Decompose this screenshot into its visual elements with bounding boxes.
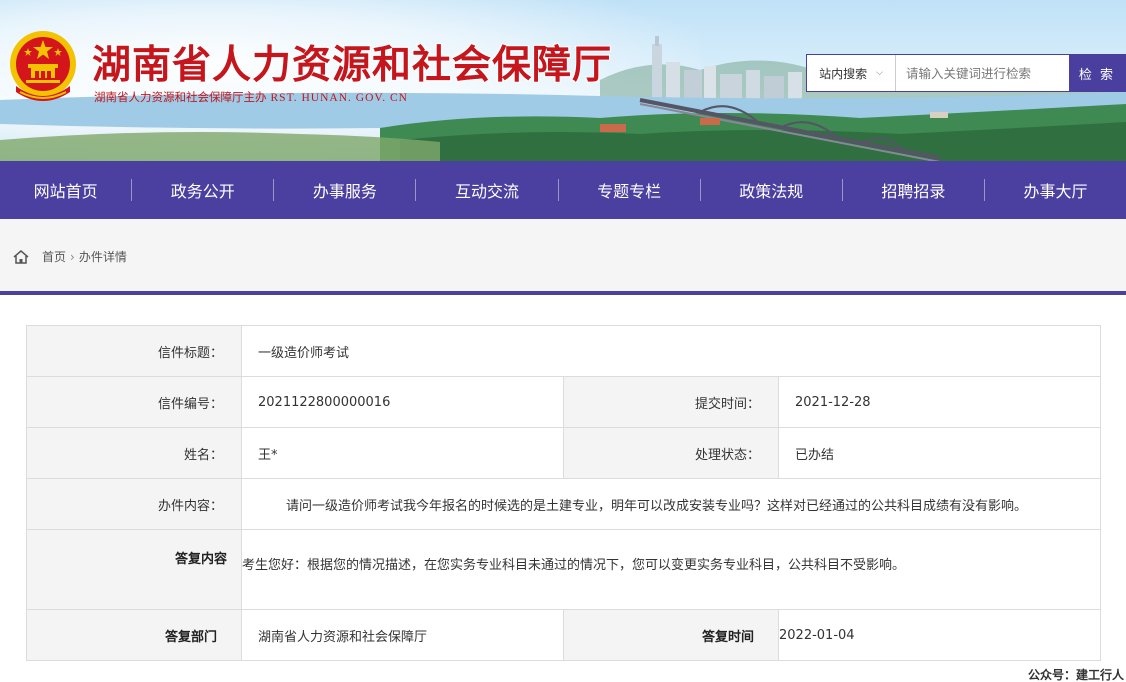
breadcrumb-home-link[interactable]: 首页 xyxy=(42,248,66,265)
status-value: 已办结 xyxy=(777,427,1102,479)
reply-content-cell: 考生您好：根据您的情况描述，在您实务专业科目未通过的情况下，您可以变更实务专业科… xyxy=(240,529,1102,610)
submit-time-value: 2021-12-28 xyxy=(777,376,1102,428)
submit-time-label: 提交时间： xyxy=(563,376,779,428)
nav-item-topics[interactable]: 专题专栏 xyxy=(559,161,700,219)
nav-item-interaction[interactable]: 互动交流 xyxy=(416,161,557,219)
reply-dept-value: 湖南省人力资源和社会保障厅 xyxy=(241,609,564,661)
content-label: 办件内容： xyxy=(26,478,242,530)
search-scope-label: 站内搜索 xyxy=(819,66,868,81)
search-input[interactable] xyxy=(896,55,1069,91)
breadcrumb-divider xyxy=(0,291,1126,295)
nav-item-home[interactable]: 网站首页 xyxy=(0,161,131,219)
site-title: 湖南省人力资源和社会保障厅 xyxy=(92,43,613,88)
reply-dept-label: 答复部门 xyxy=(26,609,242,661)
watermark-text: 公众号：建工行人 xyxy=(1027,668,1124,682)
table-row: 答复部门 湖南省人力资源和社会保障厅 答复时间 2022-01-04 xyxy=(26,609,1102,661)
content-value: 请问一级造价师考试我今年报名的时候选的是土建专业，明年可以改成安装专业吗？这样对… xyxy=(240,478,1102,530)
status-label: 处理状态： xyxy=(563,427,779,479)
name-label: 姓名： xyxy=(26,427,242,479)
breadcrumb: 首页 › 办件详情 xyxy=(12,248,127,265)
host-organization: 湖南省人力资源和社会保障厅主办 xyxy=(94,90,267,104)
site-header: 湖南省人力资源和社会保障厅 湖南省人力资源和社会保障厅主办 RST. HUNAN.… xyxy=(0,0,1126,161)
letter-title-value: 一级造价师考试 xyxy=(240,325,1102,377)
chevron-right-icon: › xyxy=(70,249,75,264)
site-domain: RST. HUNAN. GOV. CN xyxy=(270,92,408,104)
table-row: 答复内容 考生您好：根据您的情况描述，在您实务专业科目未通过的情况下，您可以变更… xyxy=(26,529,1102,610)
reply-content-label: 答复内容 xyxy=(26,529,242,610)
letter-detail-table: 信件标题： 一级造价师考试 信件编号： 2021122800000016 提交时… xyxy=(26,325,1102,661)
search-box: 站内搜索 ⌵ 检 索 xyxy=(806,54,1126,92)
reply-time-value: 2022-01-04 xyxy=(777,609,1102,661)
nav-item-policies[interactable]: 政策法规 xyxy=(701,161,842,219)
table-row: 办件内容： 请问一级造价师考试我今年报名的时候选的是土建专业，明年可以改成安装专… xyxy=(26,478,1102,530)
reply-time-label: 答复时间 xyxy=(563,609,779,661)
search-button[interactable]: 检 索 xyxy=(1069,55,1125,91)
nav-item-service-hall[interactable]: 办事大厅 xyxy=(985,161,1126,219)
breadcrumb-bar: 首页 › 办件详情 xyxy=(0,219,1126,295)
chevron-down-icon: ⌵ xyxy=(876,68,883,78)
letter-number-value: 2021122800000016 xyxy=(241,376,564,428)
letter-title-label: 信件标题： xyxy=(26,325,242,377)
national-emblem-icon xyxy=(10,31,76,101)
reply-content-value: 考生您好：根据您的情况描述，在您实务专业科目未通过的情况下，您可以变更实务专业科… xyxy=(242,558,906,573)
main-nav: 网站首页 政务公开 办事服务 互动交流 专题专栏 政策法规 招聘招录 办事大厅 xyxy=(0,161,1126,219)
home-icon[interactable] xyxy=(12,249,30,265)
breadcrumb-current: 办件详情 xyxy=(78,250,127,264)
table-row: 姓名： 王* 处理状态： 已办结 xyxy=(26,427,1102,479)
nav-item-government-affairs[interactable]: 政务公开 xyxy=(132,161,273,219)
table-row: 信件编号： 2021122800000016 提交时间： 2021-12-28 xyxy=(26,376,1102,428)
nav-item-recruitment[interactable]: 招聘招录 xyxy=(843,161,984,219)
letter-number-label: 信件编号： xyxy=(26,376,242,428)
name-value: 王* xyxy=(241,427,564,479)
table-row: 信件标题： 一级造价师考试 xyxy=(26,325,1102,377)
search-scope-select[interactable]: 站内搜索 ⌵ xyxy=(807,55,896,91)
site-subtitle: 湖南省人力资源和社会保障厅主办 RST. HUNAN. GOV. CN xyxy=(94,89,408,105)
nav-item-services[interactable]: 办事服务 xyxy=(274,161,415,219)
